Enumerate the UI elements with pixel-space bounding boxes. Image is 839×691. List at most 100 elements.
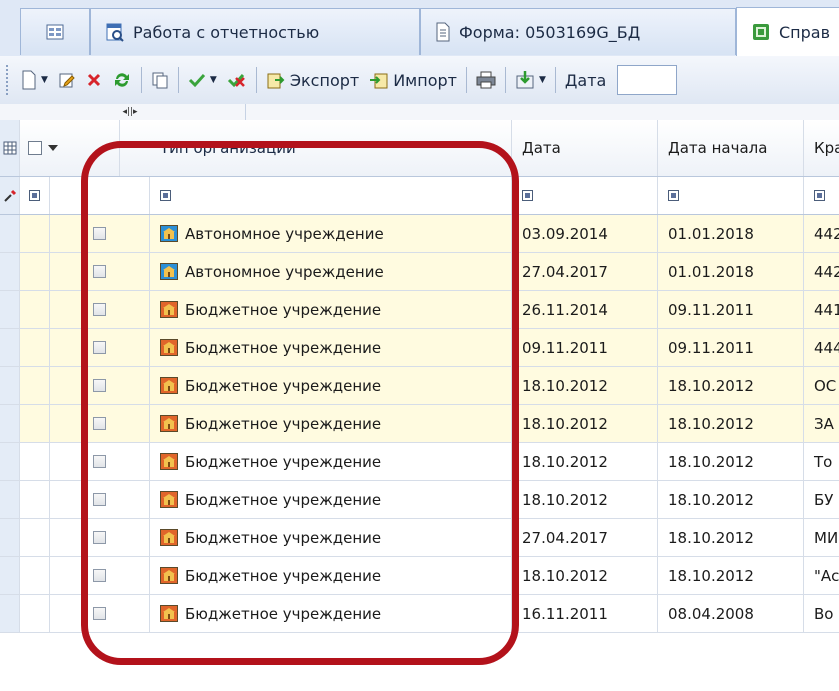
column-header-start-date[interactable]: Дата начала — [658, 120, 804, 176]
table-row[interactable]: Бюджетное учреждение 18.10.2012 18.10.2012… — [0, 481, 839, 519]
column-header-type[interactable]: Тип организации — [150, 120, 512, 176]
import-button[interactable]: Импорт — [364, 62, 462, 98]
column-header-date[interactable]: Дата — [512, 120, 658, 176]
cell-short-name-text: 444 — [814, 338, 839, 357]
filter-date-cell[interactable] — [512, 177, 658, 214]
cell-date: 16.11.2011 — [512, 595, 658, 632]
table-row[interactable]: Автономное учреждение 27.04.2017 01.01.201… — [0, 253, 839, 291]
filter-short-name-cell[interactable] — [804, 177, 839, 214]
row-empty-cell — [20, 291, 50, 328]
budget-institution-icon — [160, 415, 178, 432]
cell-type: Автономное учреждение — [150, 253, 512, 290]
row-checkbox[interactable] — [50, 405, 150, 442]
cell-short-name: ЗА — [804, 405, 839, 442]
cell-type-text: Бюджетное учреждение — [185, 490, 382, 509]
filter-checkbox-cell[interactable] — [20, 177, 50, 214]
row-checkbox[interactable] — [50, 481, 150, 518]
horizontal-scroll-strip: ◂||▸ — [0, 104, 839, 121]
scroll-arrows-icon[interactable]: ◂||▸ — [110, 106, 150, 118]
table-row[interactable]: Автономное учреждение 03.09.2014 01.01.201… — [0, 215, 839, 253]
cell-start-date-text: 09.11.2011 — [668, 338, 754, 357]
checkbox-icon — [93, 417, 106, 430]
row-checkbox[interactable] — [50, 595, 150, 632]
toolbar-grip[interactable] — [6, 65, 12, 95]
column-header-short-name[interactable]: Кра — [804, 120, 839, 176]
cell-type-text: Бюджетное учреждение — [185, 604, 382, 623]
copy-icon — [152, 72, 168, 89]
autonomous-institution-icon — [160, 225, 178, 242]
table-row[interactable]: Бюджетное учреждение 27.04.2017 18.10.2012… — [0, 519, 839, 557]
import-icon — [370, 73, 388, 89]
filter-type-cell[interactable] — [150, 177, 512, 214]
table-row[interactable]: Бюджетное учреждение 26.11.2014 09.11.2011… — [0, 291, 839, 329]
table-row[interactable]: Бюджетное учреждение 16.11.2011 08.04.2008… — [0, 595, 839, 633]
checkbox-icon — [93, 303, 106, 316]
toolbar-separator — [140, 67, 142, 93]
row-checkbox[interactable] — [50, 215, 150, 252]
column-header-date-label: Дата — [522, 139, 561, 157]
column-header-start-date-label: Дата начала — [668, 139, 768, 157]
approve-button[interactable]: ▼ — [183, 62, 222, 98]
edit-button[interactable] — [53, 62, 81, 98]
tab-home[interactable] — [20, 8, 90, 55]
cell-date-text: 18.10.2012 — [522, 566, 608, 585]
row-checkbox[interactable] — [50, 557, 150, 594]
app-window: Работа с отчетностью Форма: 0503169G_БД … — [0, 0, 839, 640]
budget-institution-icon — [160, 301, 178, 318]
print-button[interactable] — [471, 62, 501, 98]
cell-type-text: Бюджетное учреждение — [185, 300, 382, 319]
toolbar-separator — [255, 67, 257, 93]
table-row[interactable]: Бюджетное учреждение 18.10.2012 18.10.2012… — [0, 405, 839, 443]
tab-form[interactable]: Форма: 0503169G_БД — [420, 8, 736, 55]
table-row[interactable]: Бюджетное учреждение 18.10.2012 18.10.2012… — [0, 367, 839, 405]
cell-date-text: 27.04.2017 — [522, 262, 608, 281]
cell-date-text: 18.10.2012 — [522, 490, 608, 509]
row-checkbox[interactable] — [50, 443, 150, 480]
export-icon — [267, 73, 285, 89]
cell-start-date-text: 18.10.2012 — [668, 490, 754, 509]
row-checkbox[interactable] — [50, 519, 150, 556]
new-button[interactable]: ▼ — [16, 62, 53, 98]
table-row[interactable]: Бюджетное учреждение 09.11.2011 09.11.2011… — [0, 329, 839, 367]
budget-institution-icon — [160, 605, 178, 622]
clear-filter-button[interactable] — [0, 177, 20, 214]
delete-button[interactable] — [81, 62, 107, 98]
grid-header-row: Тип организации Дата Дата начала Кра — [0, 120, 839, 177]
row-indicator — [0, 557, 20, 594]
table-row[interactable]: Бюджетное учреждение 18.10.2012 18.10.2012… — [0, 443, 839, 481]
date-input[interactable] — [617, 65, 678, 95]
filter-start-date-cell[interactable] — [658, 177, 804, 214]
row-indicator — [0, 405, 20, 442]
download-button[interactable]: ▼ — [510, 62, 551, 98]
printer-icon — [476, 71, 496, 89]
tab-form-label: Форма: 0503169G_БД — [459, 22, 641, 42]
column-chooser-button[interactable] — [0, 120, 20, 176]
row-empty-cell — [20, 405, 50, 442]
uncheck-icon — [227, 73, 245, 88]
cell-type: Бюджетное учреждение — [150, 443, 512, 480]
filter-icon — [668, 190, 679, 201]
checkbox-icon — [93, 607, 106, 620]
export-button[interactable]: Экспорт — [261, 62, 364, 98]
cell-start-date-text: 09.11.2011 — [668, 300, 754, 319]
tab-reference[interactable]: Справ — [736, 7, 839, 56]
cell-short-name: То — [804, 443, 839, 480]
cell-type: Бюджетное учреждение — [150, 519, 512, 556]
checkbox-icon — [93, 341, 106, 354]
row-checkbox[interactable] — [50, 329, 150, 366]
select-all-checkbox[interactable] — [20, 120, 120, 176]
cell-type-text: Бюджетное учреждение — [185, 376, 382, 395]
unapprove-button[interactable] — [222, 62, 252, 98]
copy-button[interactable] — [146, 62, 174, 98]
cell-start-date-text: 18.10.2012 — [668, 566, 754, 585]
cell-start-date-text: 18.10.2012 — [668, 528, 754, 547]
row-checkbox[interactable] — [50, 367, 150, 404]
row-checkbox[interactable] — [50, 253, 150, 290]
cell-type: Бюджетное учреждение — [150, 367, 512, 404]
tab-reports[interactable]: Работа с отчетностью — [90, 8, 420, 55]
refresh-button[interactable] — [107, 62, 137, 98]
row-checkbox[interactable] — [50, 291, 150, 328]
filter-icon — [160, 190, 171, 201]
cell-short-name: ОС — [804, 367, 839, 404]
table-row[interactable]: Бюджетное учреждение 18.10.2012 18.10.2012… — [0, 557, 839, 595]
